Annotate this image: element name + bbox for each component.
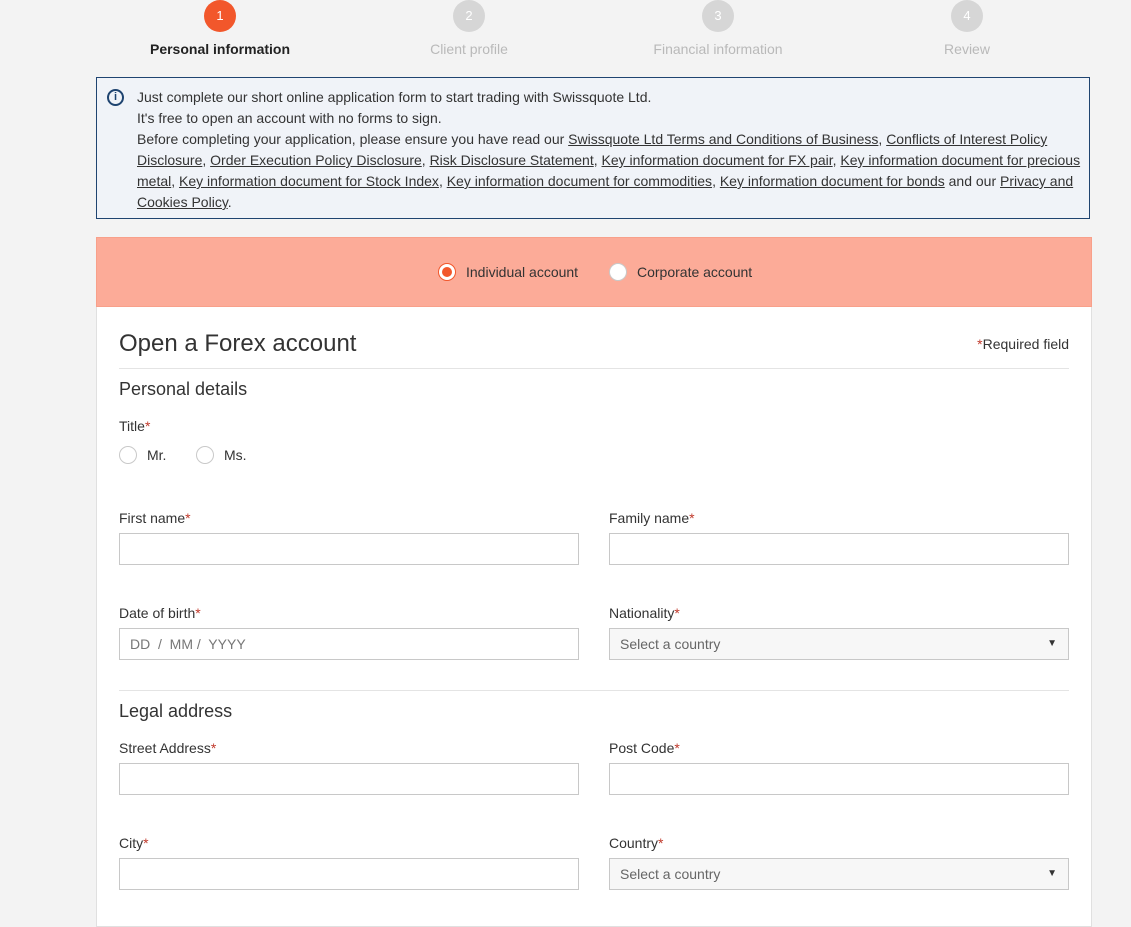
street-address-label: Street Address* — [119, 740, 216, 756]
step-review[interactable]: 4 Review — [867, 0, 1067, 57]
title-ms-radio[interactable] — [196, 446, 214, 464]
required-star: * — [674, 605, 680, 621]
individual-account-label: Individual account — [466, 264, 579, 280]
individual-account-radio[interactable] — [438, 263, 456, 281]
required-star: * — [689, 510, 695, 526]
info-icon: i — [107, 89, 124, 106]
required-star: * — [185, 510, 191, 526]
country-label-text: Country — [609, 835, 659, 851]
separator: , — [202, 152, 211, 168]
separator: , — [421, 152, 430, 168]
step-personal-information[interactable]: 1 Personal information — [120, 0, 320, 57]
step-label: Client profile — [430, 41, 508, 57]
street-label-text: Street Address — [119, 740, 211, 756]
and-our-text: and our — [944, 173, 1001, 189]
required-star: * — [195, 605, 201, 621]
step-client-profile[interactable]: 2 Client profile — [369, 0, 569, 57]
caret-down-icon: ▼ — [1047, 638, 1057, 649]
separator: , — [712, 173, 720, 189]
corporate-account-option[interactable]: Corporate account — [609, 263, 752, 281]
link-kid-fx-pair[interactable]: Key information document for FX pair — [602, 152, 833, 168]
nationality-select-value: Select a country — [620, 636, 721, 652]
individual-account-option[interactable]: Individual account — [438, 263, 578, 281]
info-line-1: Just complete our short online applicati… — [137, 89, 652, 105]
date-of-birth-label: Date of birth* — [119, 605, 201, 621]
date-of-birth-input[interactable] — [119, 628, 579, 660]
required-star: * — [210, 740, 217, 756]
link-terms-conditions[interactable]: Swissquote Ltd Terms and Conditions of B… — [568, 131, 878, 147]
country-select-value: Select a country — [620, 866, 721, 882]
link-order-execution[interactable]: Order Execution Policy Disclosure — [210, 152, 422, 168]
link-kid-commodities[interactable]: Key information document for commodities — [447, 173, 712, 189]
post-code-input[interactable] — [609, 763, 1069, 795]
divider — [119, 690, 1069, 691]
required-note-text: Required field — [982, 336, 1069, 352]
caret-down-icon: ▼ — [1047, 868, 1057, 879]
city-input[interactable] — [119, 858, 579, 890]
required-star: * — [144, 418, 151, 434]
nationality-label-text: Nationality — [609, 605, 675, 621]
step-number: 4 — [951, 0, 983, 32]
title-mr-radio[interactable] — [119, 446, 137, 464]
info-line-2: It's free to open an account with no for… — [137, 110, 442, 126]
required-star: * — [143, 835, 149, 851]
family-name-label-text: Family name — [609, 510, 690, 526]
post-code-label: Post Code* — [609, 740, 680, 756]
step-number: 1 — [204, 0, 236, 32]
city-label: City* — [119, 835, 149, 851]
step-label: Review — [944, 41, 990, 57]
title-label-text: Title — [119, 418, 145, 434]
section-personal-details: Personal details — [119, 379, 248, 399]
link-kid-bonds[interactable]: Key information document for bonds — [720, 173, 945, 189]
period: . — [227, 194, 232, 210]
street-address-input[interactable] — [119, 763, 579, 795]
title-label: Title* — [119, 418, 150, 434]
info-text: Just complete our short online applicati… — [137, 87, 1081, 213]
step-label: Financial information — [653, 41, 783, 57]
required-field-note: *Required field — [977, 336, 1069, 352]
required-star: * — [674, 740, 680, 756]
city-label-text: City — [119, 835, 144, 851]
post-code-label-text: Post Code — [609, 740, 675, 756]
divider — [119, 368, 1069, 369]
title-option-ms[interactable]: Ms. — [196, 446, 247, 464]
separator: , — [438, 173, 447, 189]
title-mr-label: Mr. — [147, 447, 167, 463]
link-kid-stock-index[interactable]: Key information document for Stock Index — [179, 173, 439, 189]
required-star: * — [658, 835, 664, 851]
corporate-account-radio[interactable] — [609, 263, 627, 281]
step-label: Personal information — [149, 41, 291, 57]
step-number: 2 — [453, 0, 485, 32]
dob-label-text: Date of birth — [119, 605, 196, 621]
first-name-label: First name* — [119, 510, 191, 526]
corporate-account-label: Corporate account — [637, 264, 753, 280]
family-name-label: Family name* — [609, 510, 695, 526]
info-documents-paragraph: Before completing your application, plea… — [137, 129, 1081, 213]
family-name-input[interactable] — [609, 533, 1069, 565]
title-option-mr[interactable]: Mr. — [119, 446, 166, 464]
separator: , — [171, 173, 180, 189]
step-financial-information[interactable]: 3 Financial information — [618, 0, 818, 57]
country-label: Country* — [609, 835, 663, 851]
link-risk-disclosure[interactable]: Risk Disclosure Statement — [430, 152, 594, 168]
title-ms-label: Ms. — [224, 447, 247, 463]
nationality-label: Nationality* — [609, 605, 680, 621]
first-name-input[interactable] — [119, 533, 579, 565]
section-legal-address: Legal address — [119, 701, 233, 721]
nationality-select[interactable]: Select a country ▼ — [609, 628, 1069, 660]
first-name-label-text: First name — [119, 510, 186, 526]
separator: , — [593, 152, 602, 168]
info-notice: i Just complete our short online applica… — [96, 77, 1090, 219]
form-title: Open a Forex account — [119, 330, 357, 357]
country-select[interactable]: Select a country ▼ — [609, 858, 1069, 890]
forex-account-form: Open a Forex account *Required field Per… — [96, 307, 1092, 927]
account-type-selector: Individual account Corporate account — [96, 237, 1092, 307]
step-number: 3 — [702, 0, 734, 32]
progress-stepper: 1 Personal information 2 Client profile … — [96, 0, 1092, 70]
info-intro: Before completing your application, plea… — [137, 131, 569, 147]
